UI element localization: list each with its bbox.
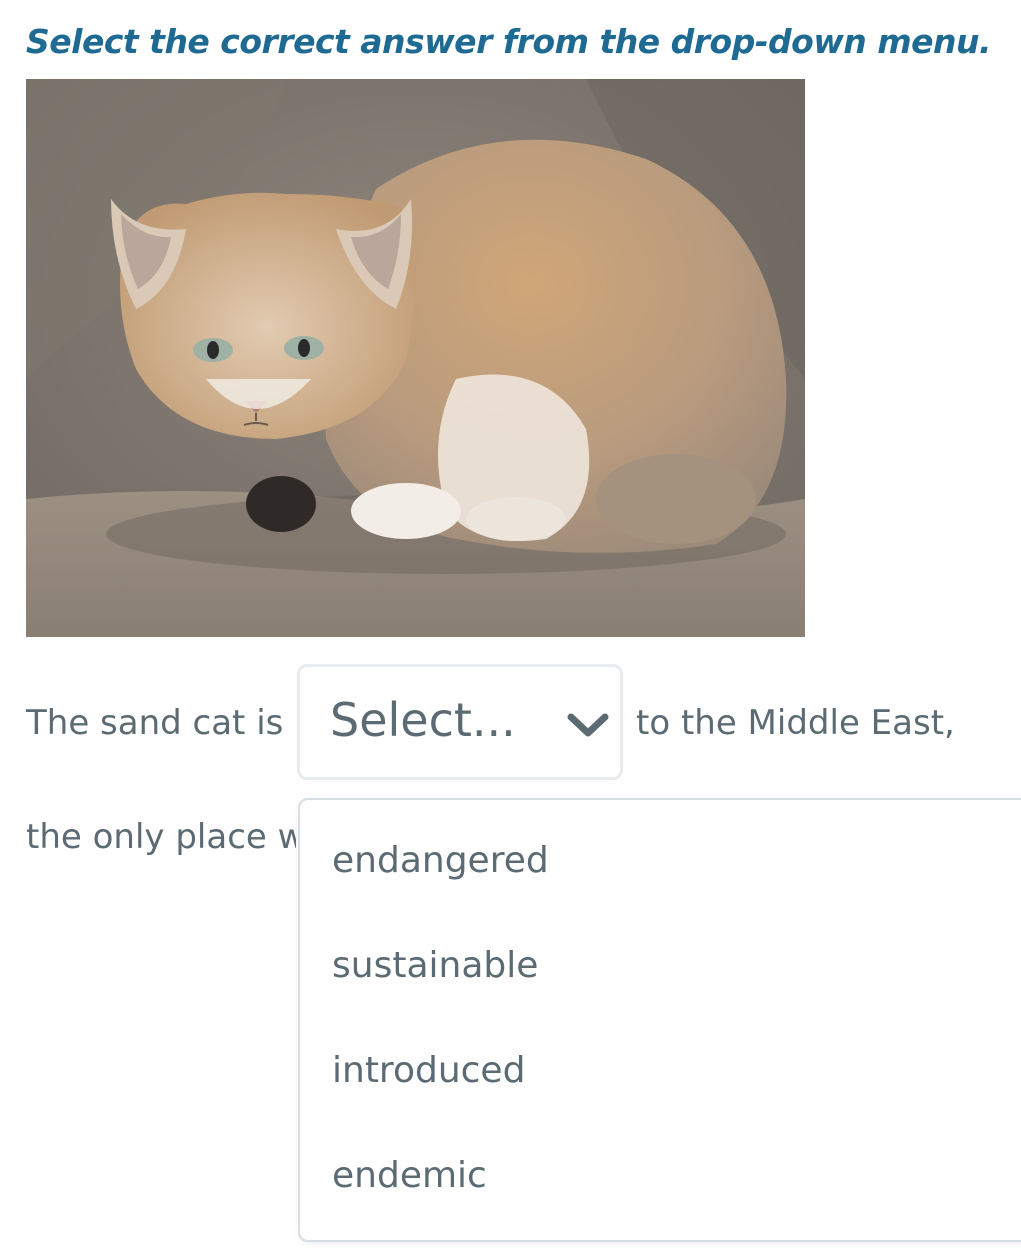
dropdown-option-introduced[interactable]: introduced — [332, 1050, 525, 1091]
sand-cat-photo — [26, 79, 805, 637]
select-value: Select... — [330, 693, 516, 747]
dropdown-option-endemic[interactable]: endemic — [332, 1155, 487, 1196]
sentence-line-two: the only place w — [26, 817, 296, 857]
sentence-before-select: The sand cat is — [26, 703, 284, 743]
question-page: Select the correct answer from the drop-… — [0, 0, 1021, 1249]
answer-select[interactable]: Select... — [297, 664, 623, 780]
instruction-heading: Select the correct answer from the drop-… — [26, 22, 992, 61]
dropdown-option-endangered[interactable]: endangered — [332, 840, 549, 881]
chevron-down-icon — [567, 713, 609, 737]
sentence-after-select: to the Middle East, — [636, 703, 955, 743]
dropdown-menu: endangered sustainable introduced endemi… — [298, 798, 1021, 1242]
dropdown-option-sustainable[interactable]: sustainable — [332, 945, 538, 986]
